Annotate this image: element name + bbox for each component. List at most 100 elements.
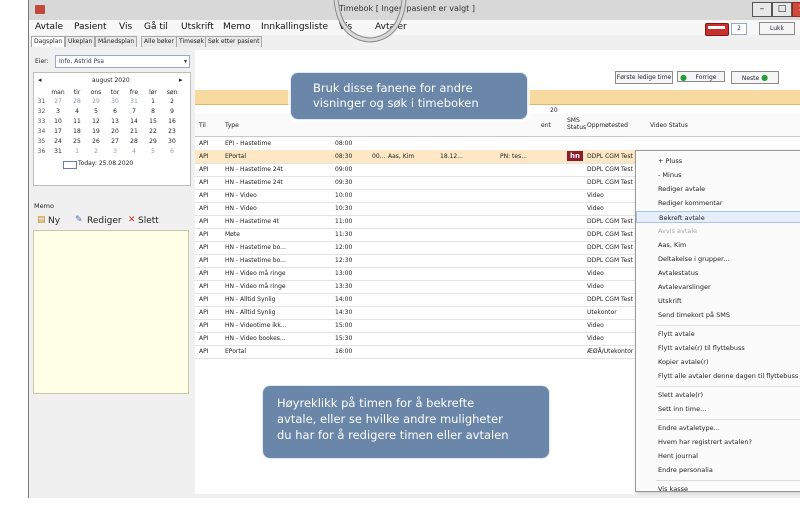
- memo-new-button[interactable]: Ny: [48, 216, 60, 226]
- calendar-day[interactable]: 1: [69, 148, 85, 155]
- calendar-day[interactable]: 10: [50, 118, 66, 125]
- tab-timesok[interactable]: Timesøk: [176, 36, 207, 47]
- context-menu-item[interactable]: + Pluss: [636, 155, 800, 167]
- context-menu-item[interactable]: Flytt avtale: [636, 328, 800, 340]
- calendar-day[interactable]: 26: [88, 138, 104, 145]
- calendar-day[interactable]: 30: [107, 98, 123, 105]
- calendar-day[interactable]: 22: [145, 128, 161, 135]
- calendar-day[interactable]: 6: [164, 148, 180, 155]
- tab-manedsplan[interactable]: Månedsplan: [95, 36, 138, 47]
- calendar-day[interactable]: 3: [107, 148, 123, 155]
- context-menu-item[interactable]: Rediger kommentar: [636, 197, 800, 209]
- calendar-day[interactable]: 28: [126, 138, 142, 145]
- calendar-day[interactable]: 20: [107, 128, 123, 135]
- cell-type: HN - Video: [225, 192, 257, 199]
- context-menu-item[interactable]: - Minus: [636, 169, 800, 181]
- tab-alle-boker[interactable]: Alle bøker: [141, 36, 177, 47]
- owner-select[interactable]: Info, Astrid Psa ▾: [55, 55, 190, 68]
- context-menu-item[interactable]: Hvem har registrert avtalen?: [636, 436, 800, 448]
- calendar-day[interactable]: 11: [69, 118, 85, 125]
- menu-innkallingsliste[interactable]: Innkallingsliste: [261, 22, 328, 32]
- context-menu-item[interactable]: Hent journal: [636, 450, 800, 462]
- memo-delete-button[interactable]: Slett: [138, 216, 159, 226]
- context-menu-item[interactable]: Aas, Kim▸: [636, 239, 800, 251]
- first-free-button[interactable]: Første ledige time: [615, 71, 673, 84]
- context-menu-item[interactable]: Rediger avtale: [636, 183, 800, 195]
- today-label[interactable]: Today: 25.08.2020: [78, 160, 133, 167]
- menu-vis[interactable]: Vis: [119, 22, 132, 32]
- calendar-day[interactable]: 31: [126, 98, 142, 105]
- calendar-day[interactable]: 7: [126, 108, 142, 115]
- context-menu-item[interactable]: Bekreft avtale: [636, 211, 800, 223]
- calendar-day[interactable]: 1: [145, 98, 161, 105]
- calendar-day[interactable]: 19: [88, 128, 104, 135]
- calendar-day[interactable]: 2: [164, 98, 180, 105]
- context-menu-item[interactable]: Sett inn time...: [636, 403, 800, 415]
- calendar-day[interactable]: 16: [164, 118, 180, 125]
- context-menu-item[interactable]: Flytt alle avtaler denne dagen til flytt…: [636, 370, 800, 382]
- context-menu-item[interactable]: Avtalestatus▸: [636, 267, 800, 279]
- cell-type: HN - Alltid Synlig: [225, 296, 276, 303]
- menu-pasient[interactable]: Pasient: [74, 22, 107, 32]
- minimize-button[interactable]: –: [752, 2, 772, 17]
- calendar-day[interactable]: 6: [107, 108, 123, 115]
- tab-sok-pasient[interactable]: Søk etter pasient: [205, 36, 263, 47]
- context-menu-item[interactable]: Slett avtale(r): [636, 389, 800, 401]
- next-month-button[interactable]: ▸: [179, 76, 183, 84]
- calendar-day[interactable]: 8: [145, 108, 161, 115]
- calendar-day[interactable]: 21: [126, 128, 142, 135]
- calendar-day[interactable]: 23: [164, 128, 180, 135]
- calendar-day[interactable]: 31: [50, 148, 66, 155]
- context-menu-item[interactable]: Kopier avtale(r): [636, 356, 800, 368]
- prev-button[interactable]: ● Forrige: [677, 71, 725, 82]
- calendar-day[interactable]: 27: [107, 138, 123, 145]
- calendar-day[interactable]: 3: [50, 108, 66, 115]
- calendar-day[interactable]: 5: [88, 108, 104, 115]
- tab-ukeplan[interactable]: Ukeplan: [65, 36, 96, 47]
- calendar-day[interactable]: 14: [126, 118, 142, 125]
- calendar-day[interactable]: 24: [50, 138, 66, 145]
- calendar-day[interactable]: 4: [126, 148, 142, 155]
- memo-edit-button[interactable]: Rediger: [87, 216, 122, 226]
- next-button[interactable]: Neste ●: [731, 71, 779, 84]
- tab-dagsplan[interactable]: Dagsplan: [31, 36, 66, 47]
- lukk-button[interactable]: Lukk: [759, 22, 795, 35]
- calendar-day[interactable]: 29: [88, 98, 104, 105]
- menu-utskrift[interactable]: Utskrift: [181, 22, 214, 32]
- context-menu-item[interactable]: Endre avtaletype...▸: [636, 422, 800, 434]
- calendar-day[interactable]: 17: [50, 128, 66, 135]
- calendar-month: august 2020: [92, 77, 130, 84]
- calendar-day[interactable]: 4: [69, 108, 85, 115]
- calendar-day[interactable]: 13: [107, 118, 123, 125]
- calendar-day[interactable]: 15: [145, 118, 161, 125]
- calendar-day[interactable]: 25: [69, 138, 85, 145]
- context-menu-item[interactable]: Flytt avtale(r) til flyttebuss: [636, 342, 800, 354]
- menu-memo[interactable]: Memo: [223, 22, 251, 32]
- context-menu-item[interactable]: Send timekort på SMS: [636, 309, 800, 321]
- menu-ga-til[interactable]: Gå til: [144, 22, 168, 32]
- maximize-button[interactable]: □: [772, 2, 792, 17]
- calendar-day[interactable]: 2: [88, 148, 104, 155]
- context-menu-item[interactable]: Vis kasse: [636, 483, 800, 495]
- context-menu-item[interactable]: Avvis avtale: [636, 225, 800, 237]
- context-menu-item[interactable]: Endre personalia: [636, 464, 800, 476]
- calendar-day[interactable]: 18: [69, 128, 85, 135]
- calendar-day[interactable]: 29: [145, 138, 161, 145]
- calendar-day[interactable]: 5: [145, 148, 161, 155]
- calendar-day[interactable]: 30: [164, 138, 180, 145]
- calendar-day[interactable]: 28: [69, 98, 85, 105]
- context-menu-item[interactable]: Deltakelse i grupper...: [636, 253, 800, 265]
- calendar-day[interactable]: 27: [50, 98, 66, 105]
- appointment-row[interactable]: API EPI - Hastetime 08:00: [195, 137, 800, 151]
- menu-avtale[interactable]: Avtale: [35, 22, 63, 32]
- context-menu-item[interactable]: Utskrift▸: [636, 295, 800, 307]
- context-menu-item[interactable]: Avtalevarslinger: [636, 281, 800, 293]
- bus-count: 2: [731, 23, 747, 35]
- calendar-day[interactable]: 12: [88, 118, 104, 125]
- calendar-day[interactable]: 9: [164, 108, 180, 115]
- close-button[interactable]: ✕: [792, 2, 800, 17]
- bus-icon[interactable]: [705, 23, 729, 36]
- memo-text-area[interactable]: [33, 230, 189, 394]
- context-menu-item-label: Send timekort på SMS: [658, 311, 730, 319]
- prev-month-button[interactable]: ◂: [38, 76, 42, 84]
